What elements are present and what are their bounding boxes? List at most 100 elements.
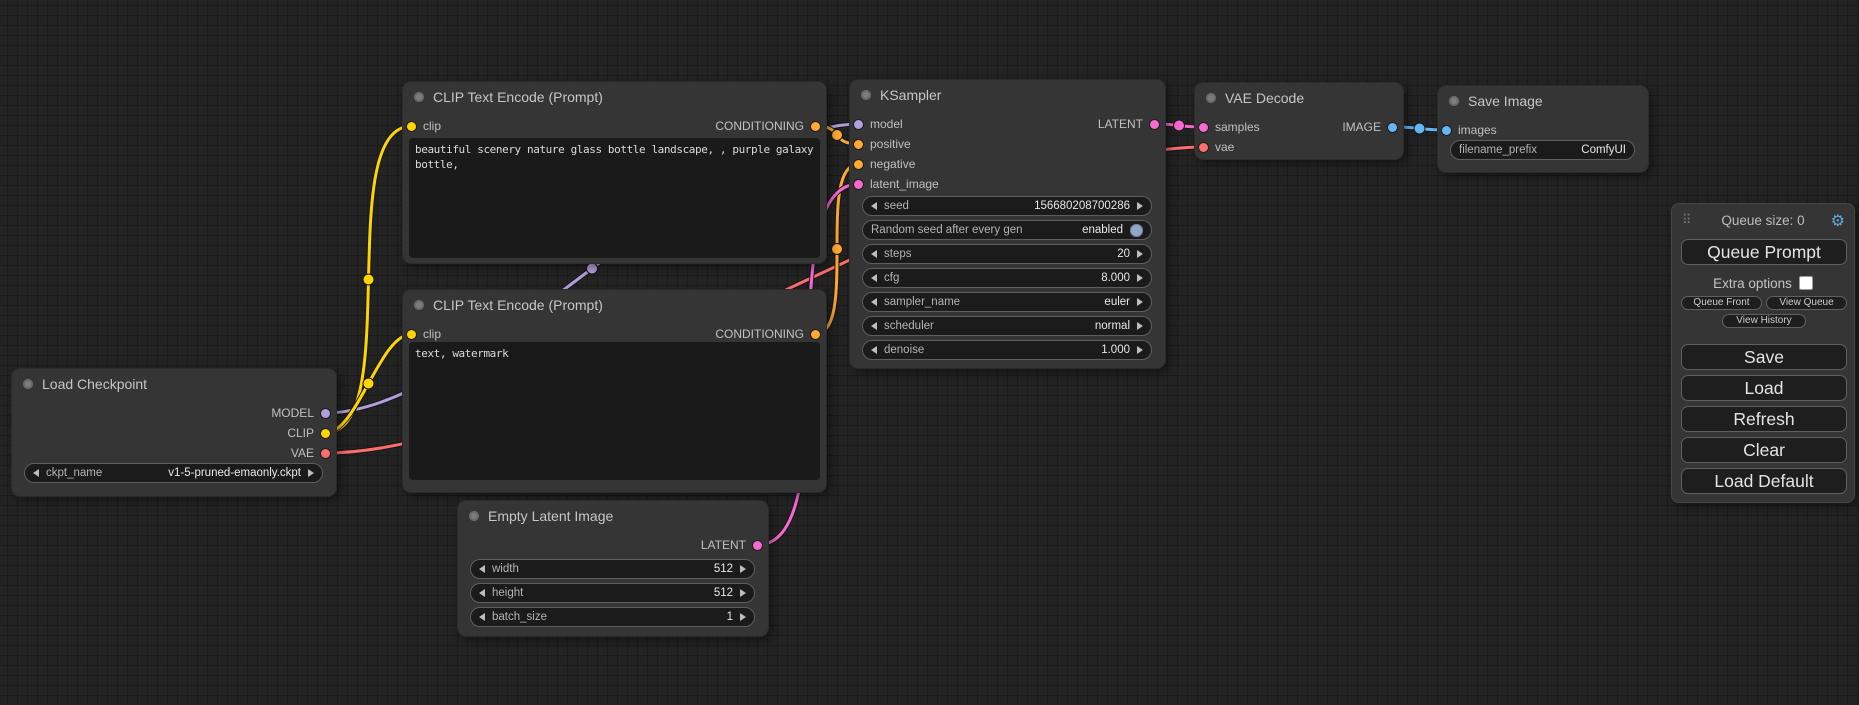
queue-front-button[interactable]: Queue Front (1681, 296, 1762, 310)
port-dot-icon[interactable] (1199, 123, 1208, 132)
input-port-vae[interactable]: vae (1195, 137, 1234, 157)
node-clip-text-encode-positive[interactable]: CLIP Text Encode (Prompt) clip CONDITIONI… (403, 82, 826, 263)
increment-arrow-icon[interactable] (740, 613, 746, 621)
widget-scheduler[interactable]: schedulernormal (862, 316, 1152, 336)
widget-width[interactable]: width512 (470, 559, 755, 579)
output-port-conditioning[interactable]: CONDITIONING (715, 116, 826, 136)
clear-button[interactable]: Clear (1681, 437, 1847, 463)
port-dot-icon[interactable] (321, 409, 330, 418)
port-dot-icon[interactable] (1442, 126, 1451, 135)
increment-arrow-icon[interactable] (1137, 250, 1143, 258)
port-dot-icon[interactable] (753, 541, 762, 550)
output-port-latent[interactable]: LATENT (1098, 114, 1165, 134)
input-port-images[interactable]: images (1438, 120, 1497, 140)
port-dot-icon[interactable] (811, 330, 820, 339)
widget-height[interactable]: height512 (470, 583, 755, 603)
port-dot-icon[interactable] (854, 160, 863, 169)
widget-steps[interactable]: steps20 (862, 244, 1152, 264)
port-dot-icon[interactable] (811, 122, 820, 131)
gear-icon[interactable]: ⚙ (1831, 211, 1845, 231)
node-save-image[interactable]: Save Image imagesfilename_prefixComfyUI (1438, 86, 1648, 172)
widget-cfg[interactable]: cfg8.000 (862, 268, 1152, 288)
output-port-conditioning[interactable]: CONDITIONING (715, 324, 826, 344)
widget-ckpt-name[interactable]: ckpt_namev1-5-pruned-emaonly.ckpt (24, 463, 323, 483)
increment-arrow-icon[interactable] (1137, 346, 1143, 354)
positive-cond-link-midpoint-dot[interactable] (832, 130, 843, 141)
input-port-latent_image[interactable]: latent_image (850, 174, 939, 194)
load-button[interactable]: Load (1681, 375, 1847, 401)
samples-link-midpoint-dot[interactable] (1174, 120, 1185, 131)
widget-filename-prefix[interactable]: filename_prefixComfyUI (1450, 140, 1635, 160)
view-history-button[interactable]: View History (1722, 314, 1806, 328)
collapse-dot-icon[interactable] (1449, 96, 1459, 106)
port-dot-icon[interactable] (1388, 123, 1397, 132)
negative-cond-link-midpoint-dot[interactable] (832, 244, 843, 255)
node-load-checkpoint[interactable]: Load Checkpoint MODELCLIPVAEckpt_namev1-… (12, 369, 336, 496)
node-title-bar[interactable]: Load Checkpoint (12, 369, 336, 399)
toggle-icon[interactable] (1130, 224, 1143, 237)
output-port-model[interactable]: MODEL (271, 403, 336, 423)
port-dot-icon[interactable] (407, 330, 416, 339)
drag-handle-icon[interactable]: ⠿ (1682, 213, 1690, 226)
decrement-arrow-icon[interactable] (871, 250, 877, 258)
widget-batch-size[interactable]: batch_size1 (470, 607, 755, 627)
collapse-dot-icon[interactable] (469, 511, 479, 521)
refresh-button[interactable]: Refresh (1681, 406, 1847, 432)
decrement-arrow-icon[interactable] (871, 298, 877, 306)
decrement-arrow-icon[interactable] (871, 202, 877, 210)
output-port-latent[interactable]: LATENT (701, 535, 768, 555)
input-port-samples[interactable]: samples (1195, 117, 1260, 137)
decrement-arrow-icon[interactable] (479, 565, 485, 573)
input-port-positive[interactable]: positive (850, 134, 911, 154)
increment-arrow-icon[interactable] (740, 589, 746, 597)
node-ksampler[interactable]: KSampler model LATENT positivenegativelate… (850, 80, 1165, 368)
collapse-dot-icon[interactable] (861, 90, 871, 100)
input-port-negative[interactable]: negative (850, 154, 915, 174)
model-link-midpoint-dot[interactable] (587, 263, 598, 274)
port-dot-icon[interactable] (1199, 143, 1208, 152)
port-dot-icon[interactable] (854, 120, 863, 129)
increment-arrow-icon[interactable] (740, 565, 746, 573)
output-port-image[interactable]: IMAGE (1342, 117, 1403, 137)
extra-options-checkbox[interactable] (1799, 276, 1813, 290)
collapse-dot-icon[interactable] (414, 300, 424, 310)
collapse-dot-icon[interactable] (414, 92, 424, 102)
save-button[interactable]: Save (1681, 344, 1847, 370)
port-dot-icon[interactable] (854, 180, 863, 189)
node-clip-text-encode-negative[interactable]: CLIP Text Encode (Prompt) clipCONDITIONI… (403, 290, 826, 492)
node-vae-decode[interactable]: VAE Decode samples IMAGE vae (1195, 83, 1403, 159)
decrement-arrow-icon[interactable] (479, 589, 485, 597)
node-empty-latent-image[interactable]: Empty Latent Image LATENT width512 height5… (458, 501, 768, 636)
positive-prompt-textarea[interactable]: beautiful scenery nature glass bottle la… (409, 138, 820, 258)
port-dot-icon[interactable] (321, 449, 330, 458)
port-dot-icon[interactable] (407, 122, 416, 131)
queue-panel[interactable]: ⠿ Queue size: 0 ⚙ Queue Prompt Extra opt… (1671, 203, 1855, 503)
node-title-bar[interactable]: Empty Latent Image (458, 501, 768, 531)
port-dot-icon[interactable] (854, 140, 863, 149)
collapse-dot-icon[interactable] (23, 379, 33, 389)
negative-prompt-textarea[interactable]: text, watermark (409, 342, 820, 480)
increment-arrow-icon[interactable] (1137, 274, 1143, 282)
node-title-bar[interactable]: VAE Decode (1195, 83, 1403, 113)
widget-seed[interactable]: seed156680208700286 (862, 196, 1152, 216)
node-title-bar[interactable]: KSampler (850, 80, 1165, 110)
node-title-bar[interactable]: Save Image (1438, 86, 1648, 116)
increment-arrow-icon[interactable] (1137, 202, 1143, 210)
input-port-clip[interactable]: clip (403, 324, 441, 344)
queue-prompt-button[interactable]: Queue Prompt (1681, 239, 1847, 265)
port-dot-icon[interactable] (1150, 120, 1159, 129)
decrement-arrow-icon[interactable] (871, 274, 877, 282)
clip-to-positive-midpoint-dot[interactable] (363, 274, 374, 285)
decrement-arrow-icon[interactable] (33, 469, 39, 477)
collapse-dot-icon[interactable] (1206, 93, 1216, 103)
input-port-clip[interactable]: clip (403, 116, 441, 136)
widget-random-seed-after-every-gen[interactable]: Random seed after every genenabled (862, 220, 1152, 240)
widget-sampler-name[interactable]: sampler_nameeuler (862, 292, 1152, 312)
input-port-model[interactable]: model (850, 114, 903, 134)
output-port-vae[interactable]: VAE (291, 443, 336, 463)
node-title-bar[interactable]: CLIP Text Encode (Prompt) (403, 82, 826, 112)
output-port-clip[interactable]: CLIP (287, 423, 336, 443)
port-dot-icon[interactable] (321, 429, 330, 438)
increment-arrow-icon[interactable] (1137, 298, 1143, 306)
node-graph-canvas[interactable]: { "nodes": [ { "id": "load-checkpoint", … (0, 0, 1859, 705)
